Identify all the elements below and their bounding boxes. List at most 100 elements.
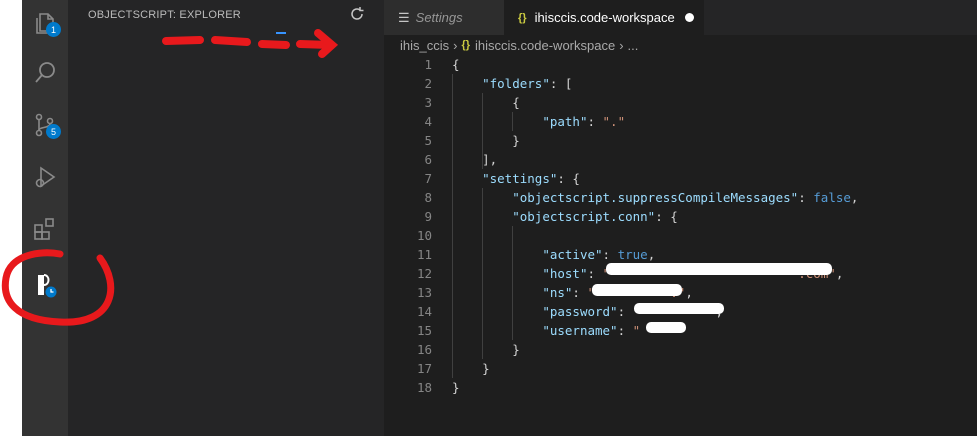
left-margin bbox=[0, 0, 22, 436]
redaction-mark bbox=[606, 263, 832, 275]
code-token: , bbox=[850, 190, 859, 205]
code-line: } bbox=[452, 378, 858, 397]
line-number: 16 bbox=[416, 342, 432, 357]
code-token: "folders" bbox=[482, 76, 550, 91]
extensions-button[interactable] bbox=[22, 206, 68, 252]
sidebar: OBJECTSCRIPT: EXPLORER bbox=[68, 0, 384, 436]
activity-bar: 1 5 bbox=[22, 0, 68, 436]
code-line: ], bbox=[452, 150, 858, 169]
breadcrumb-more[interactable]: ... bbox=[628, 38, 639, 53]
line-number: 3 bbox=[424, 95, 432, 110]
code-token: "password" bbox=[542, 304, 618, 319]
code-token: : bbox=[587, 266, 603, 281]
line-number: 5 bbox=[424, 133, 432, 148]
search-icon bbox=[35, 62, 55, 83]
tab-bar: ☰ Settings {} ihisccis.code-workspace bbox=[384, 0, 977, 35]
code-token: , bbox=[647, 247, 656, 262]
code-token: "path" bbox=[542, 114, 588, 129]
code-token: "objectscript.conn" bbox=[512, 209, 656, 224]
run-debug-button[interactable] bbox=[22, 154, 68, 200]
chevron-right-icon: › bbox=[453, 37, 458, 53]
line-number: 2 bbox=[424, 76, 432, 91]
chevron-right-icon: › bbox=[619, 37, 624, 53]
code-token: : [ bbox=[549, 76, 573, 91]
search-button[interactable] bbox=[22, 50, 68, 96]
line-number: 13 bbox=[416, 285, 432, 300]
tab-workspace-label: ihisccis.code-workspace bbox=[534, 10, 675, 25]
code-token: : bbox=[602, 247, 618, 262]
code-token: true bbox=[617, 247, 648, 262]
tab-settings[interactable]: ☰ Settings bbox=[384, 0, 504, 35]
unsaved-dot-icon[interactable] bbox=[684, 13, 694, 22]
line-number: 7 bbox=[424, 171, 432, 186]
line-number: 17 bbox=[416, 361, 432, 376]
json-braces-icon: {} bbox=[461, 39, 471, 51]
json-braces-icon: {} bbox=[518, 11, 527, 24]
code-token: "active" bbox=[542, 247, 603, 262]
settings-file-icon: ☰ bbox=[398, 9, 410, 25]
line-number: 11 bbox=[416, 247, 432, 262]
source-control-button[interactable]: 5 bbox=[22, 102, 68, 148]
line-number: 12 bbox=[416, 266, 432, 281]
code-token: : bbox=[617, 304, 633, 319]
code-line: "objectscript.suppressCompileMessages": … bbox=[452, 188, 858, 207]
code-line: { bbox=[452, 55, 858, 74]
objectscript-icon bbox=[38, 274, 57, 298]
source-control-badge: 5 bbox=[46, 124, 61, 139]
explorer-badge: 1 bbox=[46, 22, 61, 37]
redaction-mark bbox=[634, 303, 724, 314]
code-token: : bbox=[798, 190, 814, 205]
code-token: } bbox=[512, 133, 520, 148]
code-token: "username" bbox=[542, 323, 618, 338]
tab-workspace[interactable]: {} ihisccis.code-workspace bbox=[504, 0, 704, 35]
code-line: "folders": [ bbox=[452, 74, 858, 93]
code-token: ], bbox=[482, 152, 498, 167]
code-token: : bbox=[572, 285, 588, 300]
code-line: "active": true, bbox=[452, 245, 858, 264]
run-debug-icon bbox=[35, 166, 56, 188]
redaction-mark bbox=[646, 322, 686, 333]
explorer-button[interactable]: 1 bbox=[22, 0, 68, 46]
extensions-icon bbox=[34, 218, 54, 240]
redaction-mark bbox=[592, 284, 682, 296]
line-number: 10 bbox=[416, 228, 432, 243]
breadcrumb-file[interactable]: ihisccis.code-workspace bbox=[475, 38, 615, 53]
code-line: } bbox=[452, 359, 858, 378]
code-token: "host" bbox=[542, 266, 588, 281]
code-editor[interactable]: 1 2 3 4 5 6 7 8 9 10 11 12 13 14 15 16 17 18 { "folders":… bbox=[384, 55, 977, 436]
line-number: 6 bbox=[424, 152, 432, 167]
breadcrumb: ihis_ccis › {} ihisccis.code-workspace ›… bbox=[384, 35, 977, 55]
code-token: : { bbox=[655, 209, 678, 224]
code-token: : { bbox=[557, 171, 580, 186]
line-number-gutter: 1 2 3 4 5 6 7 8 9 10 11 12 13 14 15 16 17 18 bbox=[384, 55, 432, 397]
line-number: 15 bbox=[416, 323, 432, 338]
objectscript-button[interactable] bbox=[22, 262, 68, 308]
code-line: } bbox=[452, 131, 858, 150]
code-token: , bbox=[835, 266, 844, 281]
code-token: : bbox=[617, 323, 633, 338]
breadcrumb-folder[interactable]: ihis_ccis bbox=[400, 38, 449, 53]
code-token: } bbox=[452, 380, 460, 395]
code-line: } bbox=[452, 340, 858, 359]
code-token: false bbox=[813, 190, 851, 205]
code-token: { bbox=[452, 57, 460, 72]
code-line: { bbox=[452, 93, 858, 112]
code-line: "objectscript.conn": { bbox=[452, 207, 858, 226]
code-token: "ns" bbox=[542, 285, 573, 300]
line-number: 8 bbox=[424, 190, 432, 205]
code-line: "path": "." bbox=[452, 112, 858, 131]
code-token: , bbox=[685, 285, 693, 300]
line-number: 14 bbox=[416, 304, 432, 319]
line-number: 9 bbox=[424, 209, 432, 224]
code-token: } bbox=[512, 342, 520, 357]
code-token: : bbox=[587, 114, 603, 129]
refresh-icon[interactable] bbox=[349, 6, 365, 22]
code-token: "objectscript.suppressCompileMessages" bbox=[512, 190, 799, 205]
sidebar-title: OBJECTSCRIPT: EXPLORER bbox=[88, 9, 241, 21]
code-token: "settings" bbox=[482, 171, 558, 186]
code-line: "settings": { bbox=[452, 169, 858, 188]
line-number: 1 bbox=[424, 57, 432, 72]
code-token: } bbox=[482, 361, 490, 376]
line-number: 18 bbox=[416, 380, 432, 395]
